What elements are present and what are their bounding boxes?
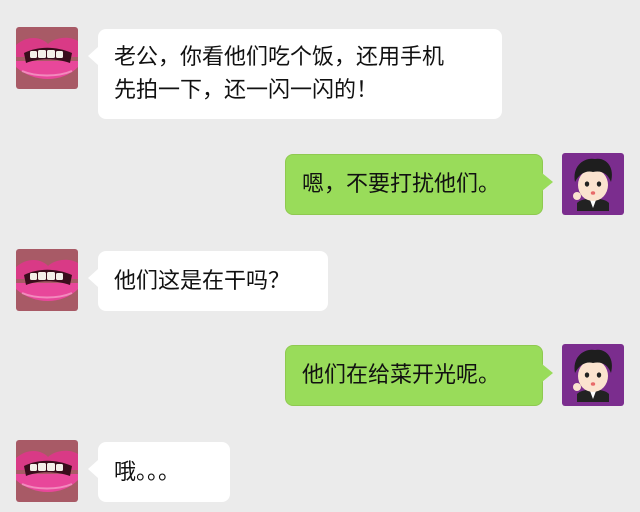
message-text-3: 他们这是在干吗？ xyxy=(114,268,291,294)
lips-avatar-icon[interactable] xyxy=(16,440,78,502)
message-text-4: 他们在给菜开光呢。 xyxy=(302,363,501,388)
message-bubble-3[interactable]: 他们这是在干吗？ xyxy=(88,251,328,311)
lips-avatar-icon[interactable] xyxy=(16,249,78,311)
message-text-5: 哦。。。 xyxy=(114,459,181,485)
message-bubble-5[interactable]: 哦。。。 xyxy=(88,442,230,502)
message-bubble-1[interactable]: 老公，你看他们吃个饭，还用手机 先拍一下，还一闪一闪的！ xyxy=(88,29,502,119)
message-text-2: 嗯，不要打扰他们。 xyxy=(302,172,501,197)
message-bubble-4[interactable]: 他们在给菜开光呢。 xyxy=(285,345,553,406)
cartoon-boy-avatar-icon[interactable] xyxy=(562,344,624,406)
message-bubble-2[interactable]: 嗯，不要打扰他们。 xyxy=(285,154,553,215)
lips-avatar-icon[interactable] xyxy=(16,27,78,89)
cartoon-boy-avatar-icon[interactable] xyxy=(562,153,624,215)
message-text-1: 老公，你看他们吃个饭，还用手机 先拍一下，还一闪一闪的！ xyxy=(114,45,445,103)
